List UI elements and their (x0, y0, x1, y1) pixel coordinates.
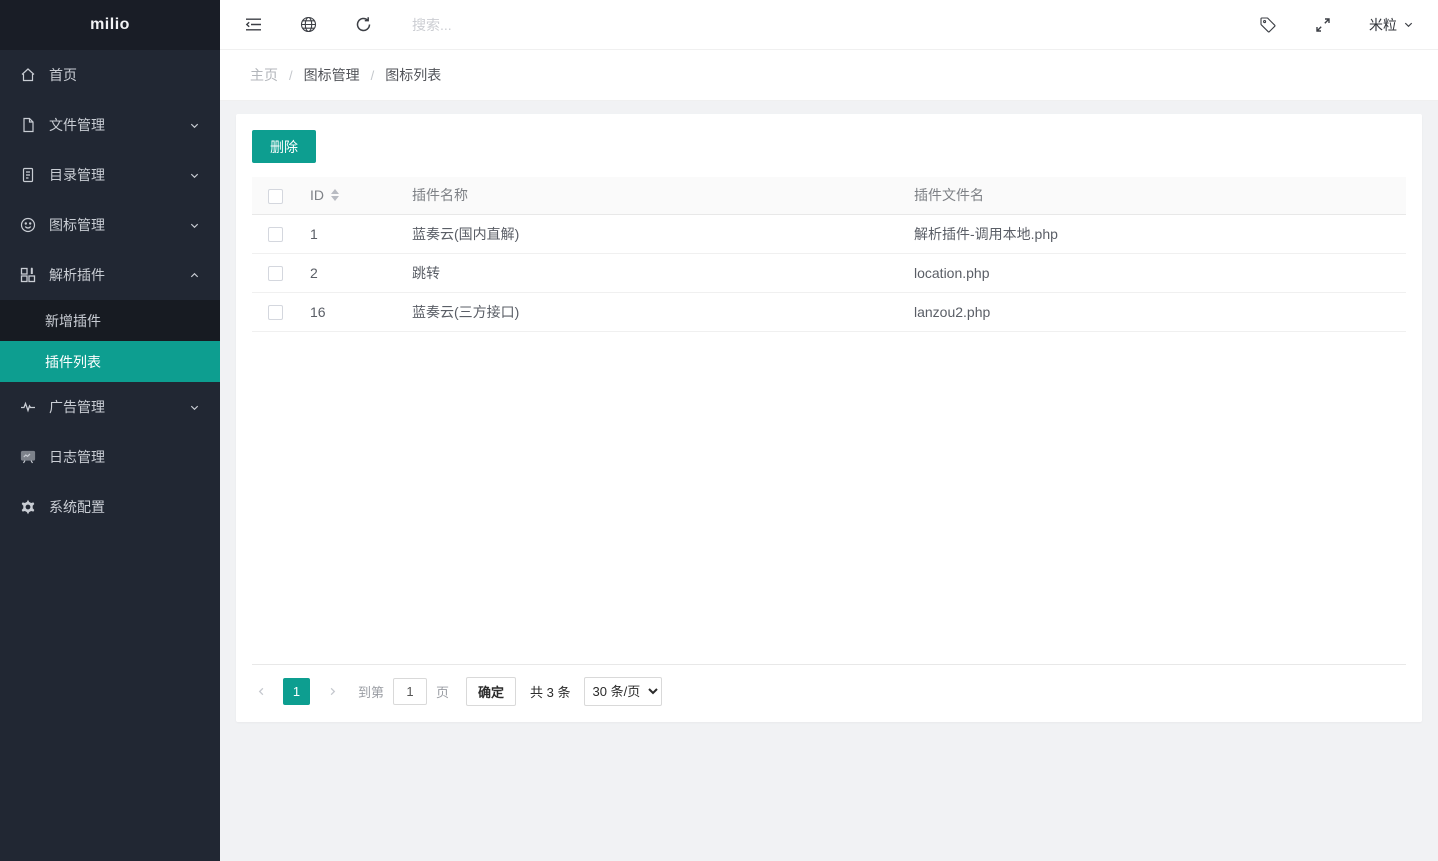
search-input[interactable] (412, 17, 632, 33)
document-icon (20, 167, 36, 183)
row-checkbox-cell (252, 292, 298, 331)
sidebar-item-ads[interactable]: 广告管理 (0, 382, 220, 432)
table-empty-space (252, 332, 1406, 665)
sidebar-item-label: 首页 (49, 65, 200, 85)
submenu-item-add-plugin[interactable]: 新增插件 (0, 300, 220, 341)
cell-id: 16 (298, 292, 400, 331)
page-unit-label: 页 (436, 682, 449, 701)
plugin-list-card: 删除 ID 插件名称 (236, 114, 1422, 722)
sidebar-item-label: 日志管理 (49, 447, 200, 467)
submenu-item-label: 插件列表 (45, 352, 101, 372)
row-checkbox-cell (252, 253, 298, 292)
content-area: 删除 ID 插件名称 (220, 101, 1438, 861)
app-logo: milio (0, 0, 220, 50)
confirm-page-button[interactable]: 确定 (466, 677, 516, 706)
goto-page-label: 到第 (358, 682, 384, 701)
cell-plugin-name: 蓝奏云(国内直解) (400, 214, 902, 253)
page-number-button[interactable]: 1 (283, 678, 310, 705)
page-size-select[interactable]: 30 条/页 (584, 677, 662, 706)
breadcrumb-item-icon-mgmt[interactable]: 图标管理 (304, 65, 360, 85)
table-row: 1 蓝奏云(国内直解) 解析插件-调用本地.php (252, 214, 1406, 253)
smiley-icon (20, 217, 36, 233)
column-header-id[interactable]: ID (298, 177, 400, 214)
pagination: 1 到第 页 确定 共 3 条 30 条/页 (252, 664, 1406, 706)
breadcrumb-item-home[interactable]: 主页 (250, 65, 278, 85)
chevron-down-icon (188, 169, 200, 181)
submenu-item-plugin-list[interactable]: 插件列表 (0, 341, 220, 382)
table-row: 16 蓝奏云(三方接口) lanzou2.php (252, 292, 1406, 331)
row-checkbox[interactable] (268, 227, 283, 242)
submenu-item-label: 新增插件 (45, 311, 101, 331)
column-header-name: 插件名称 (400, 177, 902, 214)
sidebar-nav: 首页 文件管理 目录管理 图标管理 (0, 50, 220, 861)
select-all-checkbox[interactable] (268, 189, 283, 204)
next-page-button[interactable] (323, 678, 341, 705)
cell-plugin-name: 蓝奏云(三方接口) (400, 292, 902, 331)
sort-icon[interactable] (331, 189, 339, 201)
row-checkbox-cell (252, 214, 298, 253)
sidebar-item-files[interactable]: 文件管理 (0, 100, 220, 150)
file-icon (20, 117, 36, 133)
sidebar-item-label: 目录管理 (49, 165, 188, 185)
table-header-row: ID 插件名称 插件文件名 (252, 177, 1406, 214)
home-icon (20, 67, 36, 83)
main-area: 米粒 主页 / 图标管理 / 图标列表 删除 (220, 0, 1438, 861)
topbar-left (244, 16, 372, 34)
delete-button[interactable]: 删除 (252, 130, 316, 163)
globe-icon[interactable] (299, 16, 317, 34)
gear-icon (20, 499, 36, 515)
cell-id: 1 (298, 214, 400, 253)
chevron-down-icon (188, 401, 200, 413)
topbar-right: 米粒 (1259, 15, 1414, 35)
sidebar-item-settings[interactable]: 系统配置 (0, 482, 220, 532)
row-checkbox[interactable] (268, 266, 283, 281)
chevron-down-icon (1403, 19, 1414, 30)
user-menu[interactable]: 米粒 (1369, 15, 1414, 35)
refresh-icon[interactable] (354, 16, 372, 34)
chevron-up-icon (188, 269, 200, 281)
sidebar-item-icons[interactable]: 图标管理 (0, 200, 220, 250)
breadcrumb-item-icon-list: 图标列表 (385, 65, 441, 85)
collapse-menu-icon[interactable] (244, 16, 262, 34)
total-count-label: 共 3 条 (530, 682, 570, 701)
sidebar-item-label: 解析插件 (49, 265, 188, 285)
header-checkbox-cell (252, 177, 298, 214)
plugin-table: ID 插件名称 插件文件名 1 蓝奏云(国内直解) 解析插件-调用本地.php (252, 177, 1406, 332)
sidebar-item-directories[interactable]: 目录管理 (0, 150, 220, 200)
blocks-icon (20, 267, 36, 283)
sidebar-item-label: 广告管理 (49, 397, 188, 417)
cell-plugin-name: 跳转 (400, 253, 902, 292)
row-checkbox[interactable] (268, 305, 283, 320)
sidebar: milio 首页 文件管理 目录管理 (0, 0, 220, 861)
sidebar-item-label: 文件管理 (49, 115, 188, 135)
sidebar-item-plugins[interactable]: 解析插件 (0, 250, 220, 300)
username: 米粒 (1369, 15, 1397, 35)
breadcrumb: 主页 / 图标管理 / 图标列表 (220, 50, 1438, 101)
table-row: 2 跳转 location.php (252, 253, 1406, 292)
cell-plugin-file: location.php (902, 253, 1406, 292)
column-header-label: ID (310, 187, 324, 203)
column-header-file: 插件文件名 (902, 177, 1406, 214)
page-number-input[interactable] (393, 678, 427, 705)
plugins-submenu: 新增插件 插件列表 (0, 300, 220, 382)
sidebar-item-logs[interactable]: 日志管理 (0, 432, 220, 482)
cell-plugin-file: lanzou2.php (902, 292, 1406, 331)
cell-plugin-file: 解析插件-调用本地.php (902, 214, 1406, 253)
topbar: 米粒 (220, 0, 1438, 50)
pulse-icon (20, 399, 36, 415)
breadcrumb-separator: / (289, 68, 293, 83)
sidebar-item-label: 系统配置 (49, 497, 200, 517)
fullscreen-icon[interactable] (1314, 16, 1332, 34)
prev-page-button[interactable] (252, 678, 270, 705)
tag-icon[interactable] (1259, 16, 1277, 34)
sidebar-item-home[interactable]: 首页 (0, 50, 220, 100)
sidebar-item-label: 图标管理 (49, 215, 188, 235)
cell-id: 2 (298, 253, 400, 292)
breadcrumb-separator: / (371, 68, 375, 83)
chevron-down-icon (188, 119, 200, 131)
monitor-icon (20, 449, 36, 465)
chevron-down-icon (188, 219, 200, 231)
